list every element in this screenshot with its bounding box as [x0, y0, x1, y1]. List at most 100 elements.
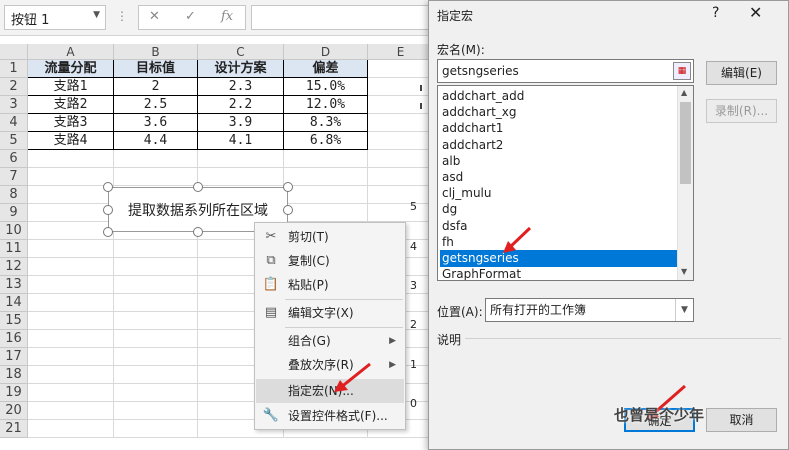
table-cell[interactable]: 6.8% [284, 132, 368, 150]
grid-cell[interactable] [368, 60, 434, 78]
grid-cell[interactable] [28, 312, 114, 330]
grid-cell[interactable] [114, 402, 198, 420]
grid-cell[interactable] [114, 420, 198, 438]
resize-handle[interactable] [193, 227, 203, 237]
row-header[interactable]: 7 [0, 168, 28, 186]
row-header[interactable]: 6 [0, 150, 28, 168]
macro-list-item[interactable]: addchart1 [440, 120, 678, 137]
grid-cell[interactable] [284, 186, 368, 204]
grid-cell[interactable] [28, 420, 114, 438]
macro-list-item[interactable]: fh [440, 234, 678, 251]
row-header[interactable]: 13 [0, 276, 28, 294]
scroll-thumb[interactable] [680, 102, 691, 184]
row-header[interactable]: 11 [0, 240, 28, 258]
grid-cell[interactable] [28, 276, 114, 294]
chevron-down-icon[interactable]: ▼ [675, 299, 693, 321]
macro-list-item[interactable]: GraphFormat [440, 266, 678, 280]
column-header-a[interactable]: A [28, 44, 114, 60]
row-header[interactable]: 8 [0, 186, 28, 204]
table-cell[interactable]: 支路4 [28, 132, 114, 150]
menu-item-cut[interactable]: ✂ 剪切(T) [256, 225, 404, 249]
row-header[interactable]: 15 [0, 312, 28, 330]
chevron-down-icon[interactable]: ▼ [93, 10, 100, 20]
table-cell[interactable]: 支路1 [28, 78, 114, 96]
select-all-corner[interactable] [0, 44, 28, 60]
table-cell[interactable]: 4.1 [198, 132, 284, 150]
table-cell[interactable]: 支路3 [28, 114, 114, 132]
table-cell[interactable]: 2.3 [198, 78, 284, 96]
grid-cell[interactable] [368, 186, 434, 204]
grid-cell[interactable] [198, 168, 284, 186]
grid-cell[interactable] [114, 294, 198, 312]
grid-cell[interactable] [368, 204, 434, 222]
grid-cell[interactable] [28, 330, 114, 348]
row-header[interactable]: 1 [0, 60, 28, 78]
location-select[interactable]: 所有打开的工作簿 ▼ [485, 298, 694, 322]
row-header[interactable]: 12 [0, 258, 28, 276]
grid-cell[interactable] [114, 330, 198, 348]
close-icon[interactable]: ✕ [749, 3, 762, 22]
row-header[interactable]: 19 [0, 384, 28, 402]
resize-handle[interactable] [283, 182, 293, 192]
macro-list-item[interactable]: addchart2 [440, 137, 678, 154]
grid-cell[interactable] [28, 366, 114, 384]
menu-item-format-control[interactable]: 🔧 设置控件格式(F)... [256, 404, 404, 428]
grid-cell[interactable] [368, 168, 434, 186]
table-header-cell[interactable]: 偏差 [284, 60, 368, 78]
row-header[interactable]: 14 [0, 294, 28, 312]
grid-cell[interactable] [114, 312, 198, 330]
row-header[interactable]: 21 [0, 420, 28, 438]
column-header-d[interactable]: D [284, 44, 368, 60]
grid-cell[interactable] [368, 96, 434, 114]
row-header[interactable]: 4 [0, 114, 28, 132]
grid-cell[interactable] [284, 204, 368, 222]
confirm-icon[interactable]: ✓ [185, 9, 196, 24]
grid-cell[interactable] [114, 276, 198, 294]
grid-cell[interactable] [114, 240, 198, 258]
grid-cell[interactable] [114, 384, 198, 402]
grid-cell[interactable] [28, 150, 114, 168]
grid-cell[interactable] [28, 204, 114, 222]
macro-list-item[interactable]: addchart_xg [440, 104, 678, 121]
cancel-button[interactable]: 取消 [706, 408, 777, 432]
grid-cell[interactable] [284, 150, 368, 168]
macro-list-item[interactable]: getsngseries [440, 250, 678, 267]
table-header-cell[interactable]: 设计方案 [198, 60, 284, 78]
table-cell[interactable]: 3.9 [198, 114, 284, 132]
table-cell[interactable]: 12.0% [284, 96, 368, 114]
grid-cell[interactable] [28, 168, 114, 186]
table-cell[interactable]: 8.3% [284, 114, 368, 132]
fx-icon[interactable]: fx [221, 9, 233, 24]
grid-cell[interactable] [368, 78, 434, 96]
table-cell[interactable]: 3.6 [114, 114, 198, 132]
record-button[interactable]: 录制(R)... [706, 99, 777, 123]
macro-list-item[interactable]: dsfa [440, 218, 678, 235]
row-header[interactable]: 16 [0, 330, 28, 348]
menu-item-edit-text[interactable]: ▤ 编辑文字(X) [256, 301, 404, 325]
table-cell[interactable]: 4.4 [114, 132, 198, 150]
macro-list-item[interactable]: alb [440, 153, 678, 170]
grid-cell[interactable] [28, 222, 114, 240]
macro-list[interactable]: addchart_add addchart_xg addchart1 addchart… [437, 85, 694, 281]
grid-cell[interactable] [368, 150, 434, 168]
table-header-cell[interactable]: 目标值 [114, 60, 198, 78]
grid-cell[interactable] [28, 294, 114, 312]
row-header[interactable]: 9 [0, 204, 28, 222]
help-icon[interactable]: ? [712, 5, 719, 21]
macro-name-input[interactable]: getsngseries ▦ [437, 59, 694, 83]
row-header[interactable]: 5 [0, 132, 28, 150]
list-scrollbar[interactable]: ▲ ▼ [677, 86, 693, 280]
grid-cell[interactable] [368, 114, 434, 132]
row-header[interactable]: 3 [0, 96, 28, 114]
grid-cell[interactable] [198, 150, 284, 168]
resize-handle[interactable] [103, 182, 113, 192]
table-cell[interactable]: 2 [114, 78, 198, 96]
grid-cell[interactable] [114, 348, 198, 366]
menu-item-copy[interactable]: ⧉ 复制(C) [256, 249, 404, 273]
table-cell[interactable]: 2.2 [198, 96, 284, 114]
grid-cell[interactable] [114, 258, 198, 276]
table-cell[interactable]: 支路2 [28, 96, 114, 114]
grid-cell[interactable] [368, 132, 434, 150]
grid-cell[interactable] [114, 150, 198, 168]
grid-cell[interactable] [114, 168, 198, 186]
